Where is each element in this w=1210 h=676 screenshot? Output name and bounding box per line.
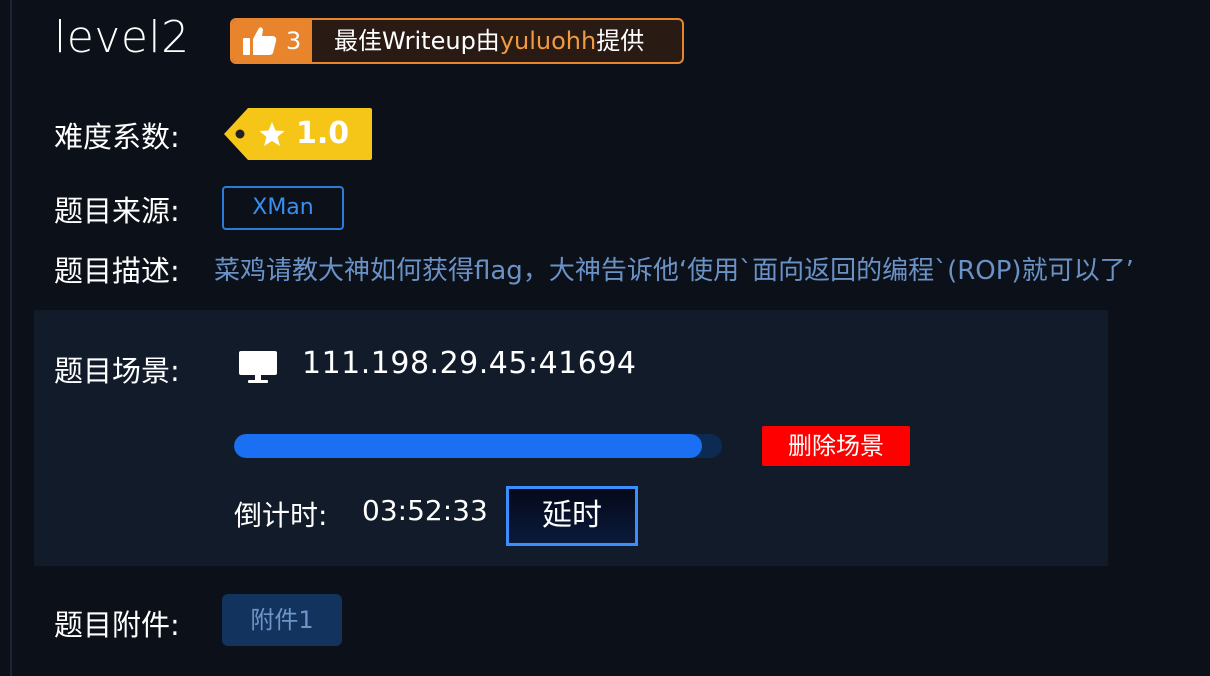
thumbs-up-icon [243, 27, 277, 55]
scene-label: 题目场景: [54, 354, 180, 388]
writeup-credit: 最佳Writeup由yuluohh提供 [334, 20, 644, 62]
difficulty-label: 难度系数: [54, 120, 180, 154]
left-divider [10, 0, 12, 676]
delete-scene-button[interactable]: 删除场景 [762, 426, 910, 466]
countdown-value: 03:52:33 [362, 494, 488, 527]
monitor-icon [239, 351, 277, 383]
attachment-button[interactable]: 附件1 [222, 594, 342, 646]
time-progress-bar [234, 434, 722, 458]
like-count: 3 [286, 27, 302, 55]
like-button[interactable]: 3 [232, 20, 312, 62]
attachment-label: 题目附件: [54, 608, 180, 642]
source-label: 题目来源: [54, 194, 180, 228]
writeup-prefix: 最佳Writeup由 [334, 27, 500, 55]
page-title: level2 [54, 12, 190, 63]
writeup-author-link[interactable]: yuluohh [500, 27, 596, 55]
best-writeup-badge[interactable]: 3 最佳Writeup由yuluohh提供 [230, 18, 684, 64]
time-progress-fill [234, 434, 703, 458]
difficulty-value: 1.0 [296, 116, 350, 151]
description-text: 菜鸡请教大神如何获得flag，大神告诉他‘使用`面向返回的编程`(ROP)就可以… [214, 256, 1134, 286]
scene-address: 111.198.29.45:41694 [302, 346, 637, 381]
writeup-suffix: 提供 [596, 27, 645, 55]
delay-button[interactable]: 延时 [506, 486, 638, 546]
source-tag[interactable]: XMan [222, 186, 344, 230]
countdown-label: 倒计时: [234, 499, 328, 532]
description-label: 题目描述: [54, 254, 180, 288]
